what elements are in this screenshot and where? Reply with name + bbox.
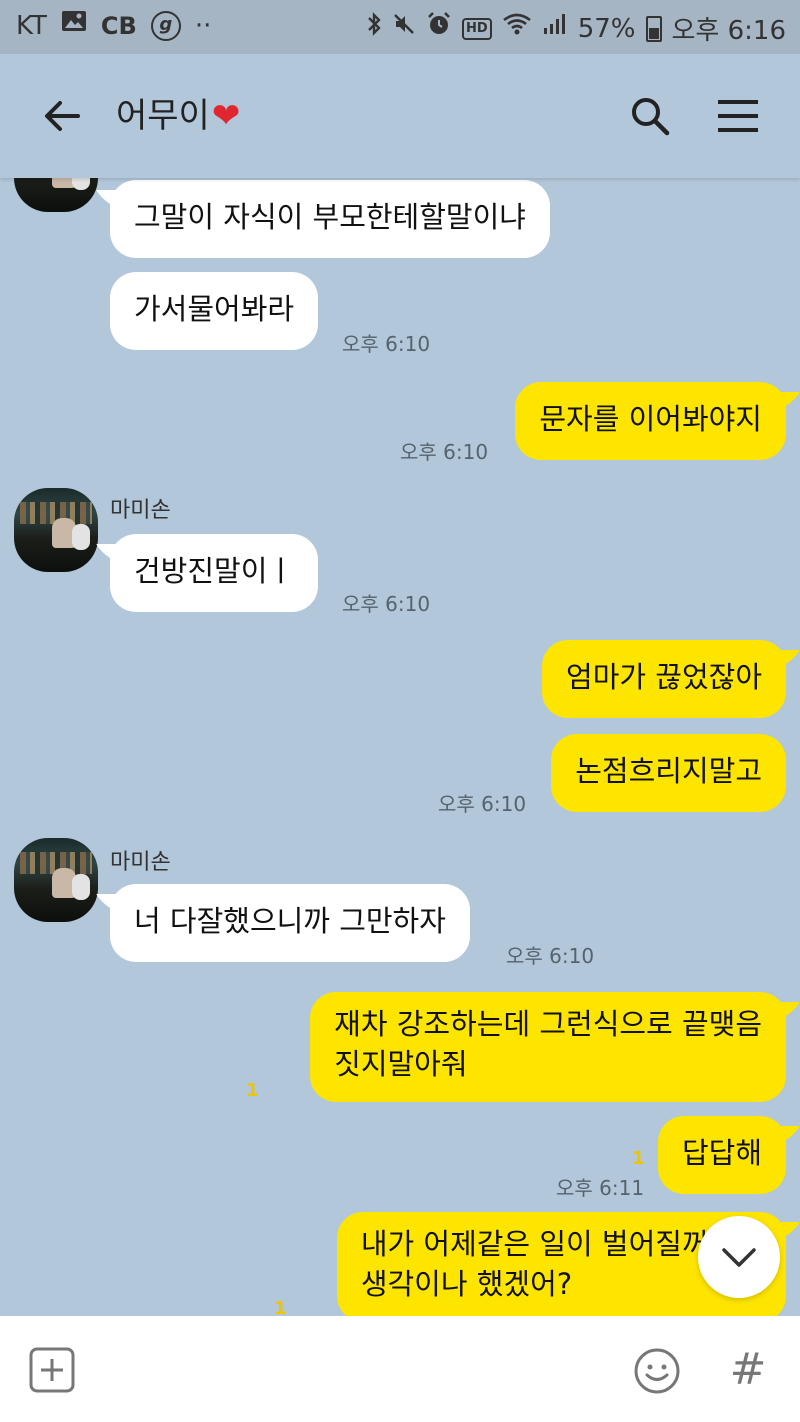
avatar[interactable] [14,488,98,572]
sender-name: 마미손 [110,498,171,523]
carrier-label: KT [16,10,47,41]
message-bubble-incoming[interactable]: 그말이 자식이 부모한테할말이냐 [110,180,550,258]
chat-messages[interactable]: 그말이 자식이 부모한테할말이냐 가서물어봐라 오후 6:10 문자를 이어봐야… [0,178,800,1316]
back-button[interactable] [38,92,86,140]
sender-name: 마미손 [110,850,171,875]
g-icon: g [150,10,181,41]
back-arrow-icon [45,101,80,131]
heart-emoji: ❤ [211,96,241,136]
message-time: 오후 6:10 [342,332,431,356]
search-button[interactable] [626,92,674,140]
alarm-icon [426,11,452,46]
scroll-to-bottom-button[interactable] [698,1216,780,1298]
emoji-icon [634,1348,680,1394]
message-bubble-incoming[interactable]: 건방진말이ㅣ [110,534,319,612]
chevron-down-icon [722,1248,756,1267]
clock: 오후 6:16 [671,16,787,46]
message-time: 오후 6:10 [438,792,527,816]
plus-square-icon [29,1347,75,1393]
hd-voice-icon: HD [462,17,492,40]
chat-header: 어무이❤ [0,54,800,178]
unread-count: 1 [246,1080,259,1101]
message-bubble-outgoing[interactable]: 문자를 이어봐야지 [515,382,786,460]
more-notifications-icon: ·· [194,10,212,41]
emoji-button[interactable] [632,1346,682,1396]
gallery-icon [61,10,87,41]
message-time: 오후 6:11 [556,1176,645,1200]
status-bar: KT CB g ·· HD 57% 오후 6:16 [0,0,800,54]
message-time: 오후 6:10 [506,944,595,968]
bluetooth-icon [366,11,382,46]
cb-icon: CB [100,11,137,40]
attach-button[interactable] [28,1346,76,1394]
avatar[interactable] [14,838,98,922]
message-input-bar: # [0,1316,800,1422]
message-bubble-outgoing[interactable]: 논점흐리지말고 [551,734,786,812]
unread-count: 1 [632,1148,645,1169]
hashtag-search-button[interactable]: # [728,1342,768,1398]
wifi-icon [502,12,532,45]
message-bubble-outgoing[interactable]: 엄마가 끊었잖아 [542,640,786,718]
message-bubble-incoming[interactable]: 너 다잘했으니까 그만하자 [110,884,470,962]
message-time: 오후 6:10 [342,592,431,616]
chat-title: 어무이❤ [116,92,240,140]
avatar[interactable] [14,178,98,212]
message-bubble-outgoing[interactable]: 답답해 [657,1116,786,1194]
battery-icon [645,15,662,42]
message-bubble-incoming[interactable]: 가서물어봐라 [110,272,319,350]
chat-title-text: 어무이 [116,96,210,136]
message-bubble-outgoing[interactable]: 재차 강조하는데 그런식으로 끝맺음 짓지말아줘 [310,992,786,1102]
menu-button[interactable] [714,92,762,140]
battery-percent: 57% [577,13,636,44]
hamburger-menu-icon [718,100,758,132]
unread-count: 1 [274,1298,287,1316]
signal-icon [542,12,568,45]
message-time: 오후 6:10 [400,440,489,464]
mute-icon [392,12,416,45]
search-icon [632,98,670,136]
